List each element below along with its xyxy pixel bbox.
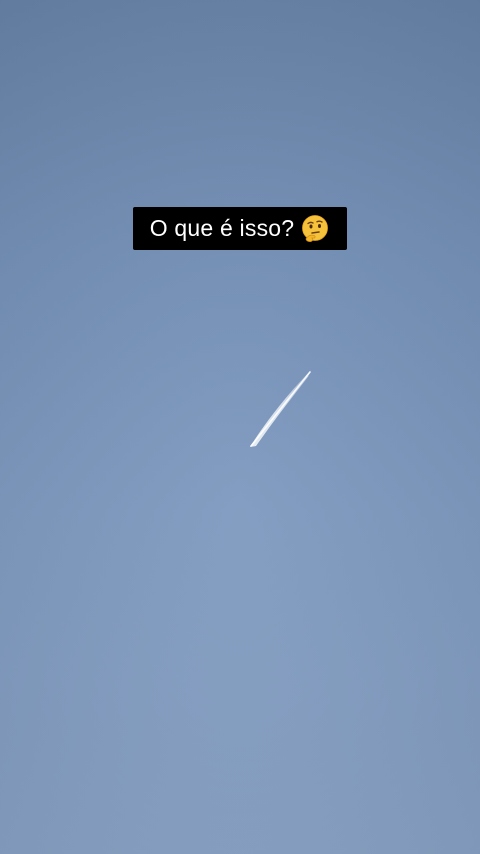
sky-shading	[0, 0, 480, 854]
caption-box: O que é isso?	[133, 207, 347, 250]
sky-photo	[0, 0, 480, 854]
caption-text: O que é isso?	[149, 215, 295, 241]
thinking-face-emoji-icon	[302, 214, 329, 242]
